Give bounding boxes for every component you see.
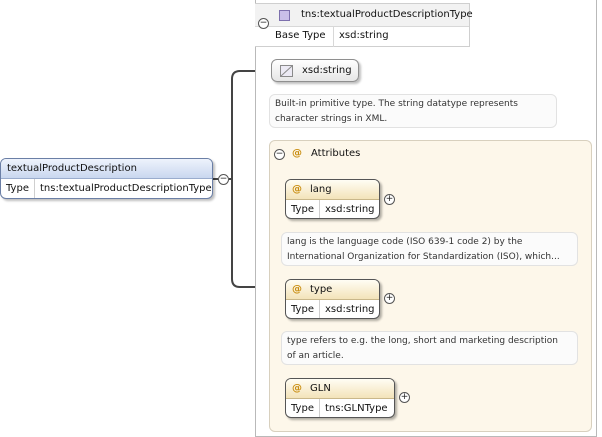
attribute-name: lang bbox=[310, 184, 332, 195]
collapse-icon[interactable]: − bbox=[218, 174, 229, 185]
attribute-type-value: xsd:string bbox=[324, 204, 375, 215]
doc-line: lang is the language code (ISO 639-1 cod… bbox=[287, 237, 523, 247]
doc-line: character strings in XML. bbox=[275, 114, 388, 124]
root-element-box[interactable]: textualProductDescription Type tns:textu… bbox=[0, 158, 213, 199]
doc-line: Built-in primitive type. The string data… bbox=[275, 99, 518, 109]
root-element-name: textualProductDescription bbox=[1, 159, 212, 179]
base-type-divider bbox=[333, 27, 334, 47]
at-icon: @ bbox=[292, 284, 302, 295]
complex-type-header: tns:textualProductDescriptionType Base T… bbox=[255, 3, 473, 47]
attribute-title: @ GLN bbox=[286, 379, 394, 399]
at-icon: @ bbox=[292, 383, 302, 394]
simple-type-icon bbox=[280, 65, 293, 77]
simple-type-documentation: Built-in primitive type. The string data… bbox=[269, 94, 557, 128]
expand-icon[interactable]: + bbox=[384, 194, 395, 205]
simple-type-box[interactable]: xsd:string bbox=[271, 59, 359, 82]
attribute-name: type bbox=[310, 284, 333, 295]
expand-icon[interactable]: + bbox=[399, 392, 410, 403]
attribute-title: @ lang bbox=[286, 180, 379, 200]
attribute-documentation: type refers to e.g. the long, short and … bbox=[281, 331, 578, 365]
attribute-type-row: Type tns:GLNType bbox=[286, 399, 394, 417]
base-type-row: Base Type xsd:string bbox=[255, 26, 469, 47]
attribute-type-label: Type bbox=[286, 300, 320, 318]
attribute-gln[interactable]: @ GLN Type tns:GLNType bbox=[285, 378, 395, 418]
attribute-lang[interactable]: @ lang Type xsd:string bbox=[285, 179, 380, 219]
collapse-icon[interactable]: − bbox=[258, 18, 269, 29]
base-type-value: xsd:string bbox=[339, 30, 389, 41]
attribute-type-label: Type bbox=[286, 200, 320, 218]
attribute-documentation: lang is the language code (ISO 639-1 cod… bbox=[281, 232, 578, 266]
doc-line: International Organization for Standardi… bbox=[287, 252, 560, 262]
at-icon: @ bbox=[292, 184, 302, 195]
doc-line: type refers to e.g. the long, short and … bbox=[287, 336, 559, 346]
complex-type-name: tns:textualProductDescriptionType bbox=[301, 9, 473, 20]
root-type-label: Type bbox=[1, 179, 35, 198]
attribute-type-label: Type bbox=[286, 399, 320, 417]
doc-line: of an article. bbox=[287, 351, 344, 361]
collapse-icon[interactable]: − bbox=[274, 149, 285, 160]
attributes-label: Attributes bbox=[311, 148, 361, 159]
simple-type-name: xsd:string bbox=[302, 65, 352, 76]
attribute-type-value: tns:GLNType bbox=[324, 403, 388, 414]
attribute-name: GLN bbox=[310, 383, 331, 394]
base-type-label: Base Type bbox=[275, 30, 326, 41]
root-type-row: Type tns:textualProductDescriptionType bbox=[1, 179, 212, 198]
attribute-title: @ type bbox=[286, 280, 379, 300]
complex-type-icon bbox=[279, 10, 290, 21]
attribute-type-value: xsd:string bbox=[324, 304, 375, 315]
attribute-type[interactable]: @ type Type xsd:string bbox=[285, 279, 380, 319]
expand-icon[interactable]: + bbox=[384, 293, 395, 304]
root-type-value: tns:textualProductDescriptionType bbox=[39, 183, 212, 194]
attribute-type-row: Type xsd:string bbox=[286, 300, 379, 318]
at-icon: @ bbox=[292, 148, 302, 159]
attribute-type-row: Type xsd:string bbox=[286, 200, 379, 218]
